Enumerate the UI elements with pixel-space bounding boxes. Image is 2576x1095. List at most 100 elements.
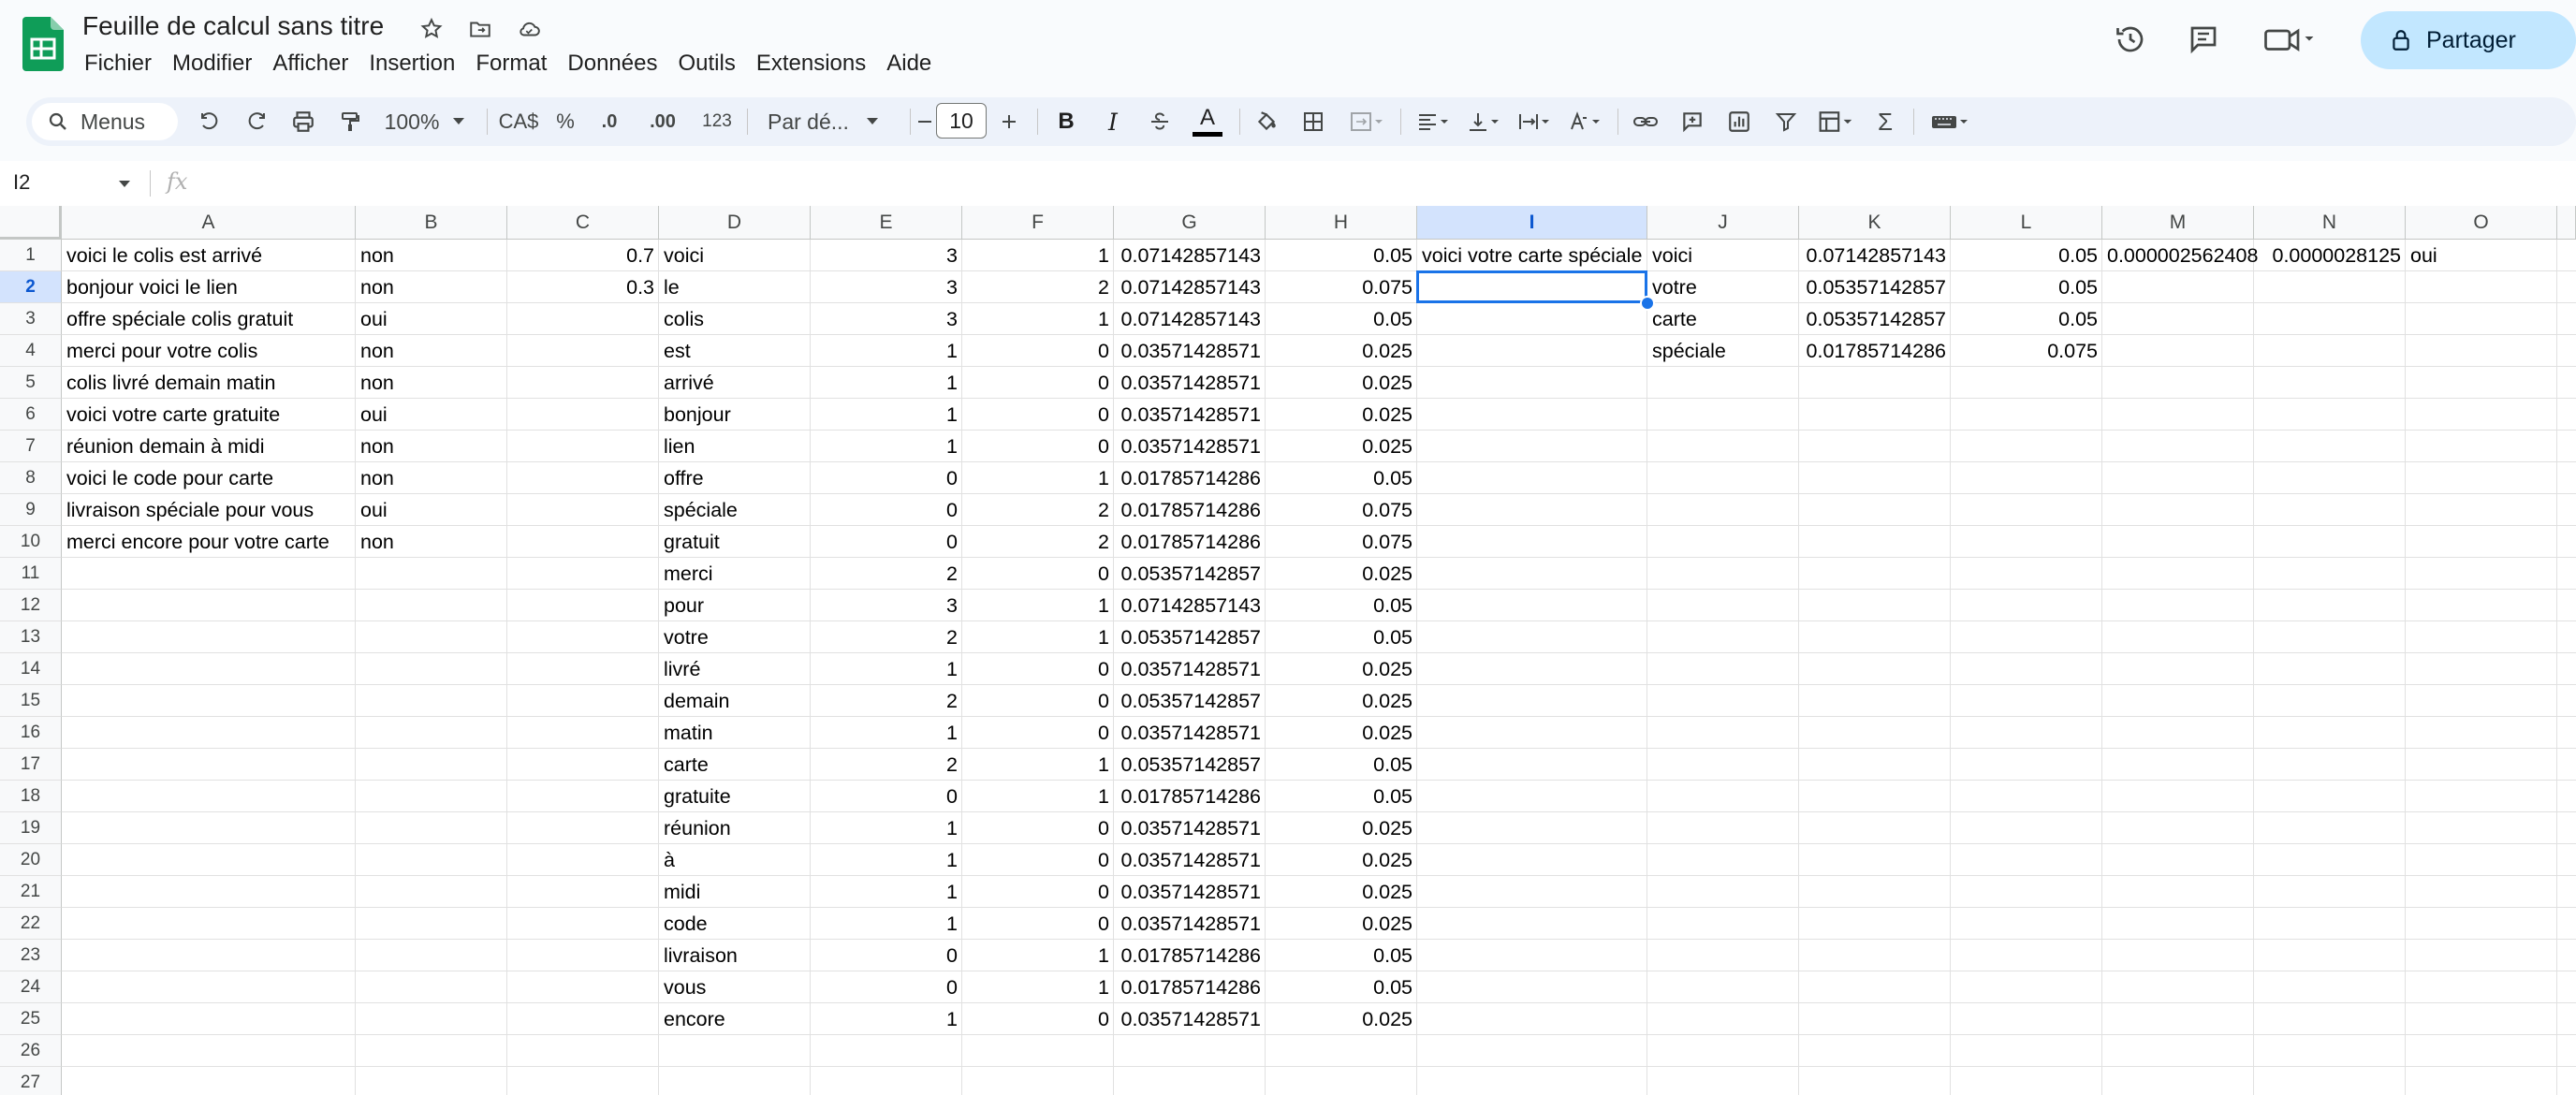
- row-header-17[interactable]: 17: [0, 749, 62, 781]
- sheets-logo-icon[interactable]: [22, 17, 64, 71]
- cell-m20[interactable]: [2102, 844, 2254, 876]
- cell-g12[interactable]: 0.07142857143: [1114, 590, 1266, 621]
- cell-m25[interactable]: [2102, 1003, 2254, 1035]
- cell-d25[interactable]: encore: [659, 1003, 811, 1035]
- cell-i24[interactable]: [1417, 971, 1647, 1003]
- cell-j24[interactable]: [1647, 971, 1799, 1003]
- cell-k3[interactable]: 0.05357142857: [1799, 303, 1951, 335]
- cell-f2[interactable]: 2: [962, 271, 1114, 303]
- cell-j4[interactable]: spéciale: [1647, 335, 1799, 367]
- increase-decimals-button[interactable]: .00: [637, 97, 689, 146]
- name-box[interactable]: I2: [13, 170, 30, 195]
- cell-o14[interactable]: [2406, 653, 2557, 685]
- row-header-27[interactable]: 27: [0, 1067, 62, 1095]
- cell-i6[interactable]: [1417, 399, 1647, 431]
- row-header-1[interactable]: 1: [0, 240, 62, 271]
- cell-m4[interactable]: [2102, 335, 2254, 367]
- cell-o11[interactable]: [2406, 558, 2557, 590]
- vertical-align-icon[interactable]: [1458, 97, 1509, 146]
- cell-g4[interactable]: 0.03571428571: [1114, 335, 1266, 367]
- cell-f21[interactable]: 0: [962, 876, 1114, 908]
- row-header-14[interactable]: 14: [0, 653, 62, 685]
- cell-c17[interactable]: [507, 749, 659, 781]
- cell-f10[interactable]: 2: [962, 526, 1114, 558]
- cell-o3[interactable]: [2406, 303, 2557, 335]
- cell-o13[interactable]: [2406, 621, 2557, 653]
- cell-f6[interactable]: 0: [962, 399, 1114, 431]
- cell-d24[interactable]: vous: [659, 971, 811, 1003]
- cell-n19[interactable]: [2254, 812, 2406, 844]
- cell-e12[interactable]: 3: [811, 590, 962, 621]
- menus-search[interactable]: Menus: [32, 103, 178, 140]
- cell-m24[interactable]: [2102, 971, 2254, 1003]
- cell-a5[interactable]: colis livré demain matin: [62, 367, 356, 399]
- cell-f26[interactable]: [962, 1035, 1114, 1067]
- cell-e15[interactable]: 2: [811, 685, 962, 717]
- cell-d3[interactable]: colis: [659, 303, 811, 335]
- cell-i9[interactable]: [1417, 494, 1647, 526]
- cell-g1[interactable]: 0.07142857143: [1114, 240, 1266, 271]
- functions-icon[interactable]: Σ: [1865, 97, 1906, 146]
- cell-b17[interactable]: [356, 749, 507, 781]
- cell-a9[interactable]: livraison spéciale pour vous: [62, 494, 356, 526]
- row-header-9[interactable]: 9: [0, 494, 62, 526]
- cell-n4[interactable]: [2254, 335, 2406, 367]
- cell-f3[interactable]: 1: [962, 303, 1114, 335]
- cell-h15[interactable]: 0.025: [1266, 685, 1417, 717]
- row-header-6[interactable]: 6: [0, 399, 62, 431]
- row-header-25[interactable]: 25: [0, 1003, 62, 1035]
- cell-m7[interactable]: [2102, 431, 2254, 462]
- cell-m15[interactable]: [2102, 685, 2254, 717]
- cell-j5[interactable]: [1647, 367, 1799, 399]
- cell-l7[interactable]: [1951, 431, 2102, 462]
- cell-c26[interactable]: [507, 1035, 659, 1067]
- cell-c15[interactable]: [507, 685, 659, 717]
- cell-b8[interactable]: non: [356, 462, 507, 494]
- cell-b20[interactable]: [356, 844, 507, 876]
- cell-m13[interactable]: [2102, 621, 2254, 653]
- row-header-18[interactable]: 18: [0, 781, 62, 812]
- cell-h23[interactable]: 0.05: [1266, 940, 1417, 971]
- cell-f17[interactable]: 1: [962, 749, 1114, 781]
- cell-h16[interactable]: 0.025: [1266, 717, 1417, 749]
- cell-g23[interactable]: 0.01785714286: [1114, 940, 1266, 971]
- cell-e9[interactable]: 0: [811, 494, 962, 526]
- cell-m5[interactable]: [2102, 367, 2254, 399]
- paint-format-icon[interactable]: [331, 97, 369, 146]
- row-header-2[interactable]: 2: [0, 271, 62, 303]
- cell-e18[interactable]: 0: [811, 781, 962, 812]
- cell-e16[interactable]: 1: [811, 717, 962, 749]
- cell-n22[interactable]: [2254, 908, 2406, 940]
- insert-comment-icon[interactable]: [1672, 97, 1713, 146]
- cell-l12[interactable]: [1951, 590, 2102, 621]
- cell-a22[interactable]: [62, 908, 356, 940]
- input-tools-icon[interactable]: [1921, 97, 1981, 146]
- cell-k9[interactable]: [1799, 494, 1951, 526]
- select-all-corner[interactable]: [0, 206, 62, 240]
- cell-j16[interactable]: [1647, 717, 1799, 749]
- increase-font-size-icon[interactable]: [990, 97, 1028, 146]
- cell-f11[interactable]: 0: [962, 558, 1114, 590]
- cell-a4[interactable]: merci pour votre colis: [62, 335, 356, 367]
- cell-b22[interactable]: [356, 908, 507, 940]
- cell-f16[interactable]: 0: [962, 717, 1114, 749]
- cell-m21[interactable]: [2102, 876, 2254, 908]
- cell-g18[interactable]: 0.01785714286: [1114, 781, 1266, 812]
- italic-icon[interactable]: I: [1093, 97, 1133, 146]
- horizontal-align-icon[interactable]: [1408, 97, 1458, 146]
- row-header-24[interactable]: 24: [0, 971, 62, 1003]
- cell-n12[interactable]: [2254, 590, 2406, 621]
- cell-e1[interactable]: 3: [811, 240, 962, 271]
- cell-a3[interactable]: offre spéciale colis gratuit: [62, 303, 356, 335]
- cell-g19[interactable]: 0.03571428571: [1114, 812, 1266, 844]
- cell-g26[interactable]: [1114, 1035, 1266, 1067]
- cell-l19[interactable]: [1951, 812, 2102, 844]
- cell-k8[interactable]: [1799, 462, 1951, 494]
- cell-e10[interactable]: 0: [811, 526, 962, 558]
- cell-m16[interactable]: [2102, 717, 2254, 749]
- cell-g2[interactable]: 0.07142857143: [1114, 271, 1266, 303]
- cell-a19[interactable]: [62, 812, 356, 844]
- cell-a17[interactable]: [62, 749, 356, 781]
- menu-afficher[interactable]: Afficher: [262, 49, 359, 79]
- cell-i14[interactable]: [1417, 653, 1647, 685]
